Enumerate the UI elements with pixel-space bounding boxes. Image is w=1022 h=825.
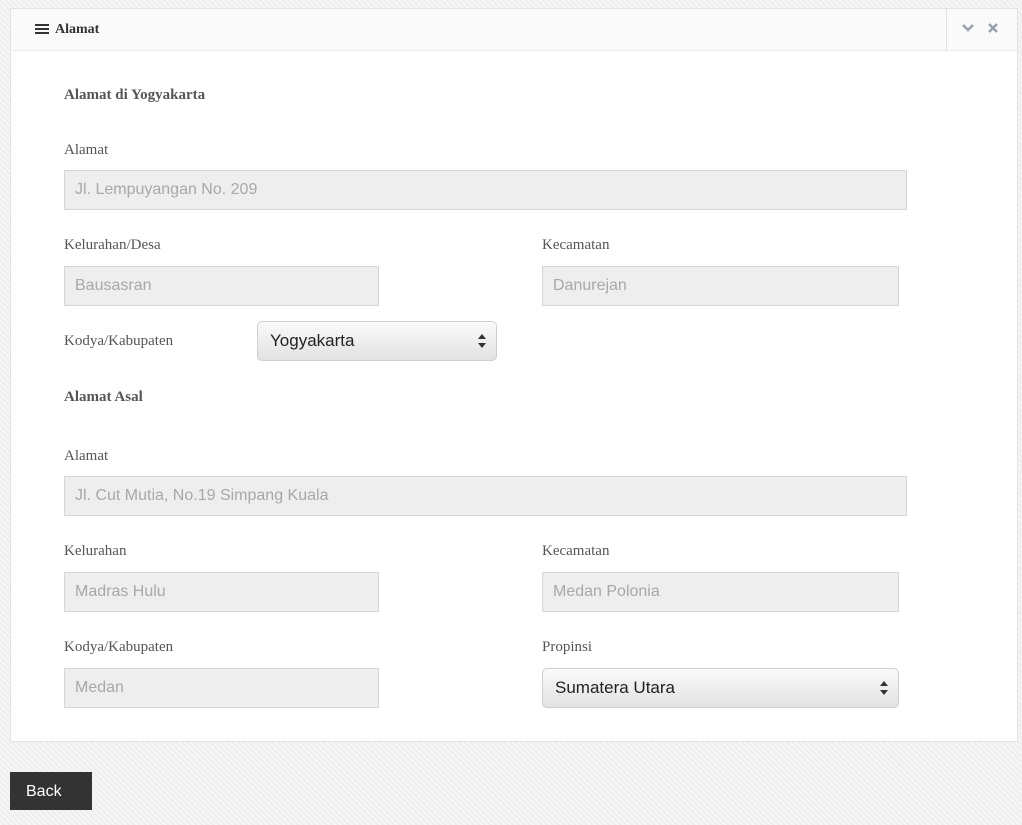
kodya-kabupaten-label: Kodya/Kabupaten bbox=[64, 333, 174, 349]
propinsi-select[interactable]: Sumatera Utara bbox=[542, 668, 899, 708]
kelurahan-field[interactable]: Madras Hulu bbox=[64, 572, 379, 612]
hamburger-icon bbox=[35, 24, 49, 35]
kelurahan-label: Kelurahan bbox=[64, 543, 127, 559]
alamat-asal-field[interactable]: Jl. Cut Mutia, No.19 Simpang Kuala bbox=[64, 476, 907, 516]
kodya-kabupaten-selected: Yogyakarta bbox=[270, 331, 355, 350]
select-arrows-icon bbox=[478, 334, 486, 348]
kecamatan-asal-label: Kecamatan bbox=[542, 543, 610, 559]
address-panel: Alamat Alamat di Yogyakarta Alamat Jl. L… bbox=[10, 8, 1018, 742]
section-heading-yogyakarta: Alamat di Yogyakarta bbox=[64, 87, 206, 103]
kecamatan-asal-field[interactable]: Medan Polonia bbox=[542, 572, 899, 612]
kodya-kabupaten-asal-field[interactable]: Medan bbox=[64, 668, 379, 708]
alamat-label: Alamat bbox=[64, 142, 109, 158]
select-arrows-icon bbox=[880, 681, 888, 695]
panel-header: Alamat bbox=[11, 9, 1017, 51]
alamat-yogyakarta-field[interactable]: Jl. Lempuyangan No. 209 bbox=[64, 170, 907, 210]
propinsi-label: Propinsi bbox=[542, 639, 593, 655]
kodya-kabupaten-asal-label: Kodya/Kabupaten bbox=[64, 639, 174, 655]
kecamatan-label: Kecamatan bbox=[542, 237, 610, 253]
kodya-kabupaten-select[interactable]: Yogyakarta bbox=[257, 321, 497, 361]
panel-title: Alamat bbox=[55, 22, 100, 37]
alamat-asal-label: Alamat bbox=[64, 448, 109, 464]
kecamatan-field[interactable]: Danurejan bbox=[542, 266, 899, 306]
propinsi-selected: Sumatera Utara bbox=[555, 678, 675, 697]
back-button[interactable]: Back bbox=[10, 772, 92, 810]
chevron-down-icon[interactable] bbox=[961, 18, 975, 39]
close-icon[interactable] bbox=[987, 18, 999, 39]
kelurahan-desa-field[interactable]: Bausasran bbox=[64, 266, 379, 306]
section-heading-asal: Alamat Asal bbox=[64, 389, 143, 405]
panel-tools bbox=[946, 9, 1017, 51]
kelurahan-desa-label: Kelurahan/Desa bbox=[64, 237, 161, 253]
